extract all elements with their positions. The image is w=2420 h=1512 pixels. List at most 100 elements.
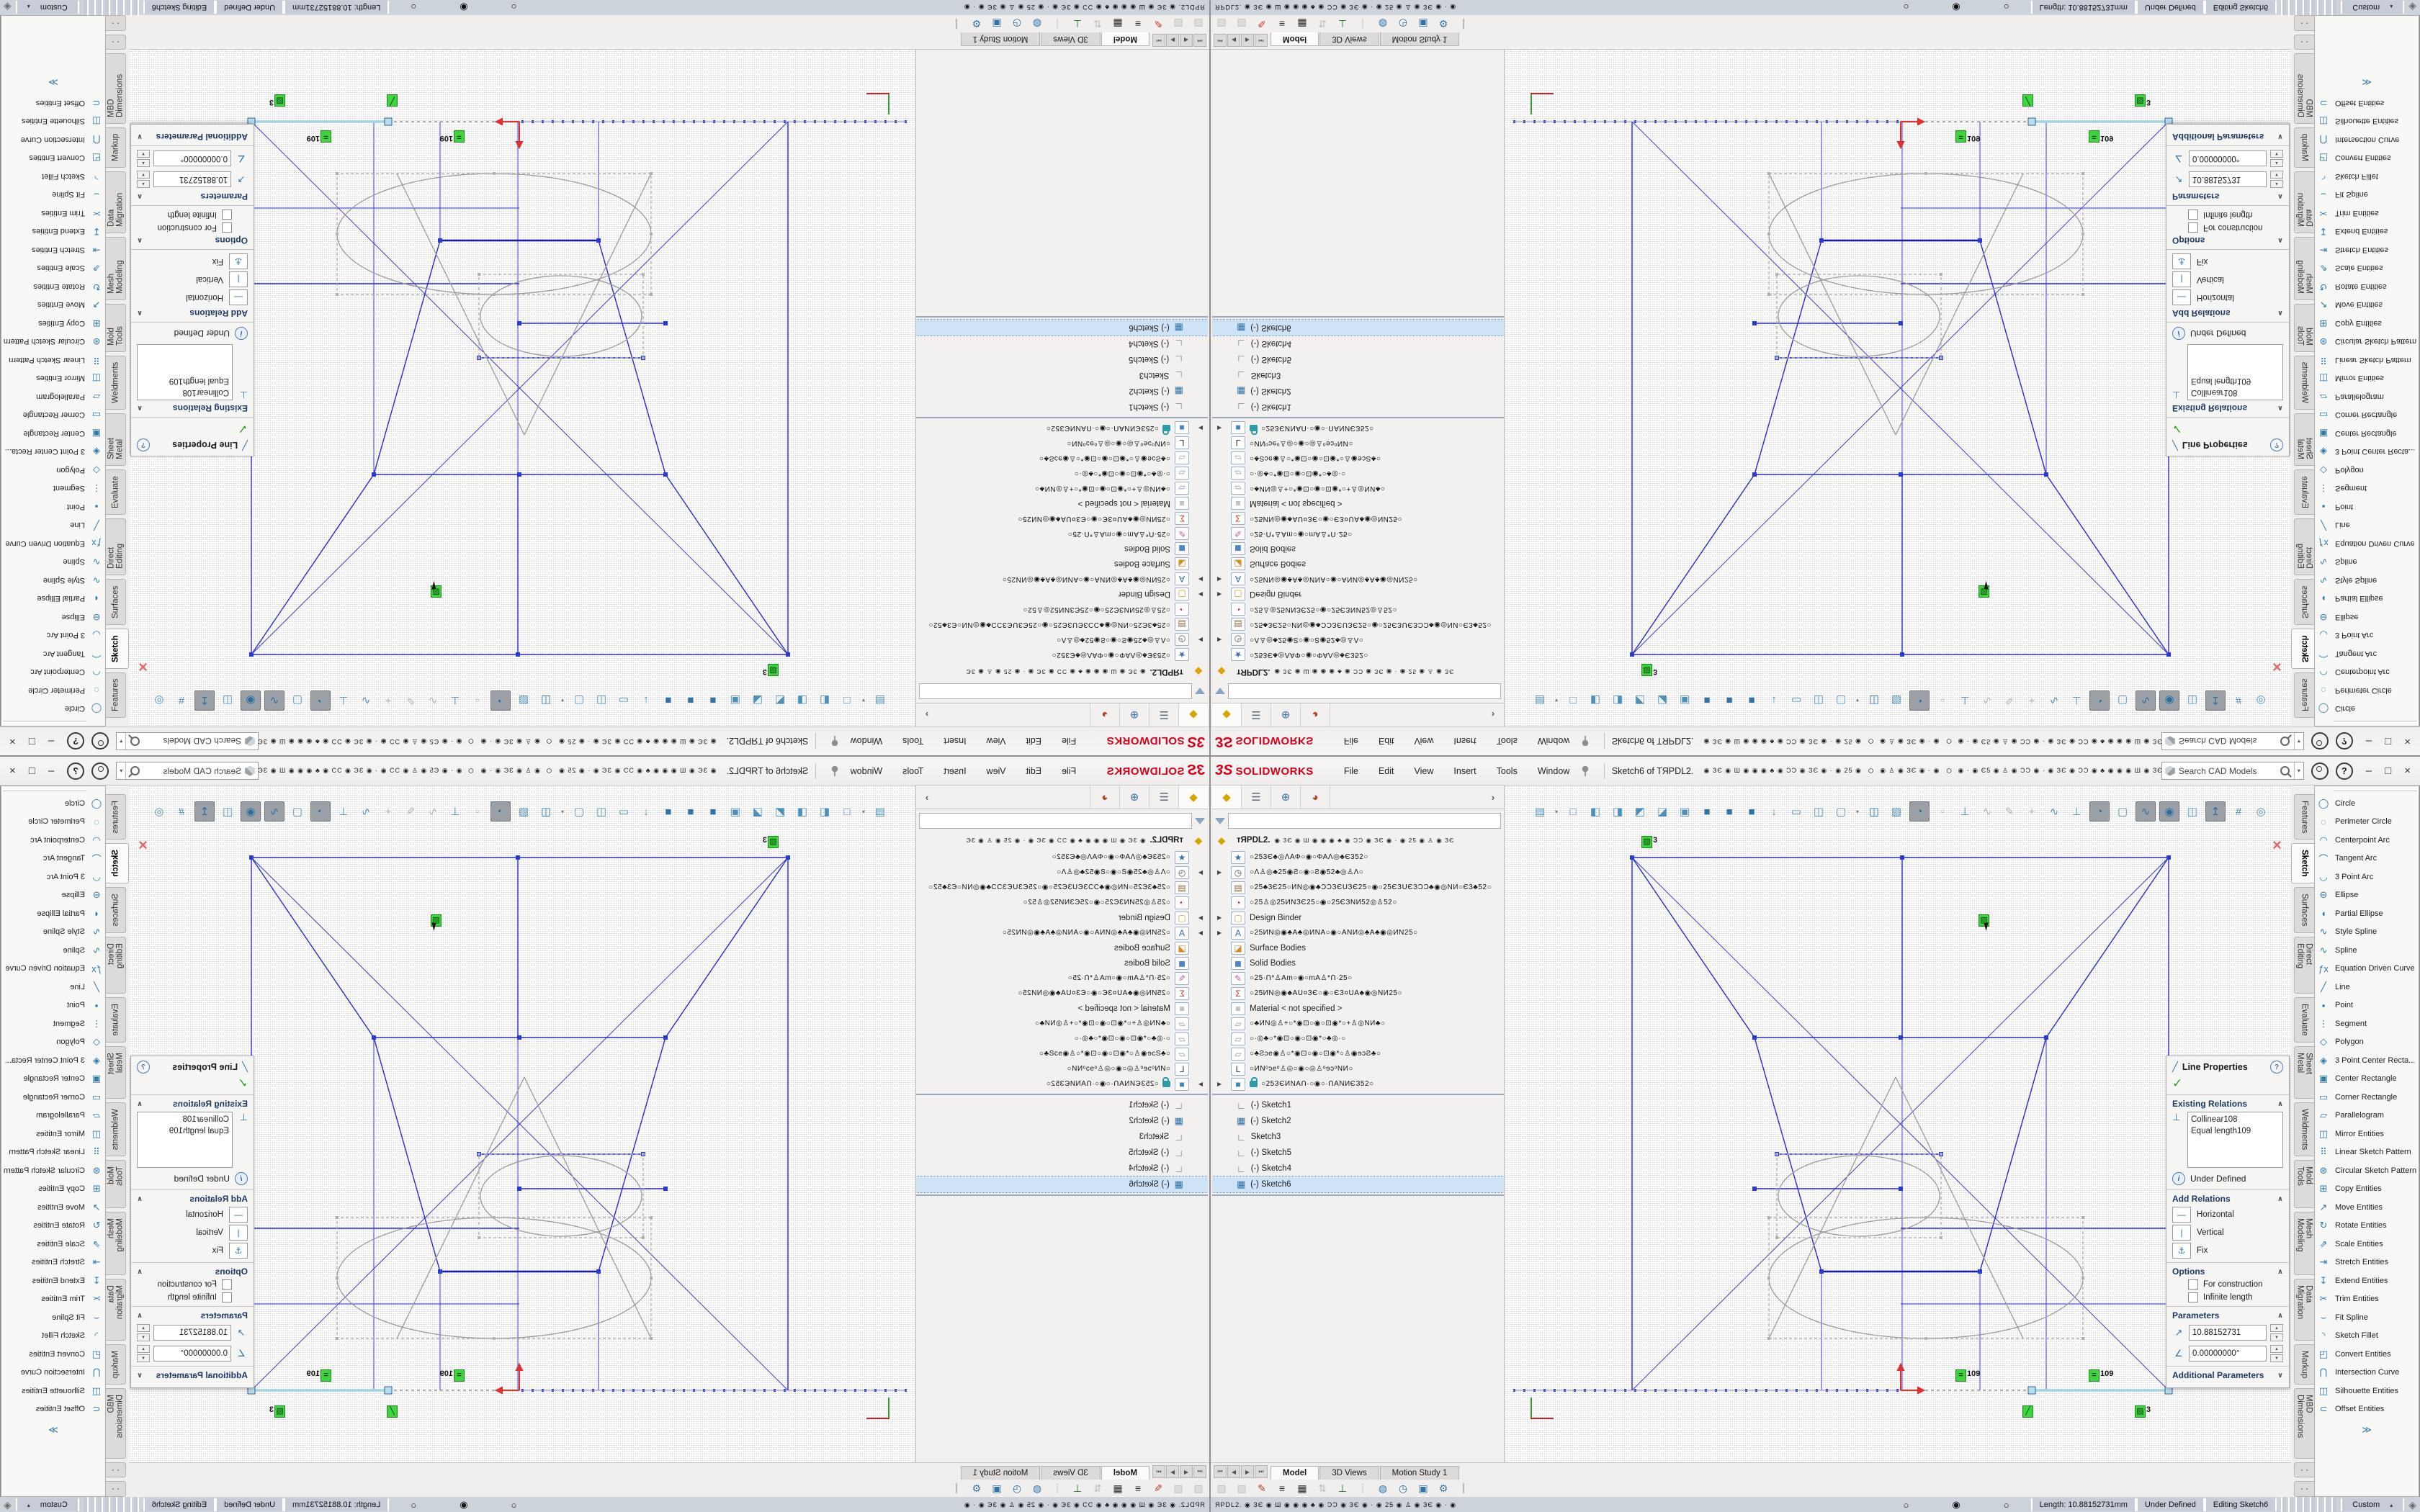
- add-relation-row[interactable]: — Horizontal: [2172, 289, 2283, 305]
- circle-icon[interactable]: ○: [1868, 765, 1874, 777]
- help-icon[interactable]: ?: [2336, 733, 2353, 750]
- sketch-row[interactable]: ▦ (-) Sketch2: [1212, 1113, 1504, 1129]
- bottom-toolbar-icon[interactable]: ⚙: [1435, 1481, 1451, 1495]
- cancel-x-icon[interactable]: ×: [2272, 836, 2282, 855]
- sketch-tool-item[interactable]: ↧ Extend Entities: [2315, 222, 2419, 241]
- tree-row[interactable]: ▶ ◼ Solid Bodies: [916, 541, 1206, 557]
- sketch-tool-item[interactable]: ◖ Partial Ellipse: [2315, 590, 2419, 608]
- sketch-tool-item[interactable]: ∿ Spline: [1, 941, 105, 960]
- sketch-tool-item[interactable]: ╱ Line: [1, 978, 105, 996]
- view-toolbar-icon[interactable]: ◎: [150, 691, 169, 710]
- tree-row[interactable]: ▶ ■ ○25ЗЄИNΑՈ·○◉○·ՈΑNИЄЗ52○: [916, 1076, 1206, 1092]
- relation-type-icon[interactable]: ⚓: [229, 253, 248, 269]
- sketch-tool-item[interactable]: ◈ 3 Point Center Recta...: [1, 443, 105, 462]
- menu-item[interactable]: View: [1413, 735, 1435, 748]
- command-manager-tab[interactable]: Mesh Modeling: [106, 1212, 126, 1275]
- command-manager-tab[interactable]: Data Migration: [2294, 1279, 2314, 1340]
- window-control-button[interactable]: ×: [9, 735, 16, 747]
- section-parameters[interactable]: Parameters ∧: [137, 192, 248, 202]
- view-toolbar-icon[interactable]: ↓: [1765, 802, 1783, 821]
- bottom-toolbar-icon[interactable]: ◷: [1395, 17, 1411, 31]
- sketch-tool-item[interactable]: ⋮ Segment: [2315, 1014, 2419, 1033]
- tree-row[interactable]: ▶ ◷ ○Λ♙◎♣25◉Ƨ○◉○Ƨ◉52♣◎♙Λ○: [916, 865, 1206, 880]
- add-relation-row[interactable]: ⚓ Fix: [137, 253, 248, 269]
- bottom-toolbar-icon[interactable]: ◷: [1009, 1481, 1025, 1495]
- tree-filter-input[interactable]: [1228, 813, 1501, 829]
- bottom-toolbar-icon[interactable]: ⊥: [1070, 1481, 1085, 1495]
- tree-splitter[interactable]: [1212, 417, 1504, 418]
- more-tools-chevron[interactable]: ≫: [1, 76, 105, 88]
- view-toolbar-icon[interactable]: ↓: [637, 802, 655, 821]
- view-toolbar-icon[interactable]: ▤: [1531, 802, 1549, 821]
- sketch-tool-item[interactable]: ◠ Centerpoint Arc: [2315, 663, 2419, 682]
- sketch-tool-item[interactable]: ∿ Style Spline: [1, 923, 105, 942]
- search-icon[interactable]: [2280, 766, 2290, 775]
- menu-item[interactable]: Edit: [1024, 735, 1043, 748]
- view-toolbar-icon[interactable]: ◫: [1865, 802, 1883, 821]
- sketch-tool-item[interactable]: ↻ Rotate Entities: [1, 1217, 105, 1236]
- command-manager-tab[interactable]: ⁚: [2294, 15, 2314, 31]
- document-tab[interactable]: Motion Study 1: [961, 32, 1041, 46]
- sketch-tool-item[interactable]: ⌣ Fit Spline: [2315, 1308, 2419, 1327]
- expander-icon[interactable]: ▶: [1198, 914, 1203, 921]
- view-toolbar-icon[interactable]: ◫: [1809, 802, 1828, 821]
- relation-type-icon[interactable]: ⚓: [2172, 253, 2191, 269]
- view-toolbar-icon[interactable]: ▨: [1887, 802, 1906, 821]
- tree-row[interactable]: ▶ ▱ ○♣ИN◎♙+○*◉⊡○◉○⊡◉*○+♙◎NИ♣○: [916, 1016, 1206, 1031]
- view-toolbar-icon[interactable]: ∿: [424, 802, 442, 821]
- sketch-tool-item[interactable]: ⊖ Ellipse: [2315, 886, 2419, 905]
- relation-badge[interactable]: ╱: [386, 1405, 398, 1418]
- command-manager-tab[interactable]: Features: [2294, 672, 2314, 718]
- sketch-row[interactable]: ∟ (-) Sketch4: [916, 1161, 1208, 1176]
- expander-icon[interactable]: ▶: [1217, 591, 1222, 598]
- sketch-row[interactable]: ∟ Sketch3: [916, 1129, 1208, 1145]
- tab-nav-button[interactable]: ⏭: [1152, 34, 1165, 47]
- status-custom-dropdown[interactable]: Custom ▴: [2341, 1498, 2404, 1511]
- filter-funnel-icon[interactable]: [1215, 688, 1225, 695]
- sketch-tool-item[interactable]: ⊛ Circular Sketch Pattern: [2315, 333, 2419, 351]
- expander-icon[interactable]: ▶: [1217, 869, 1222, 876]
- status-custom-dropdown[interactable]: Custom ▴: [16, 1, 79, 14]
- relation-type-icon[interactable]: ⚓: [229, 1243, 248, 1259]
- quick-access-garbled-icons[interactable]: ◉ ЗЄ ◉ Ш ◉ ◉ ◉ ♣ ◉ ƆƆ ◉ ЗЄ ◉ · ◉ 25 ◉: [558, 737, 717, 745]
- view-toolbar-icon[interactable]: ∿: [1978, 802, 1996, 821]
- view-toolbar-icon[interactable]: ◩: [771, 691, 789, 710]
- cancel-x-icon[interactable]: ×: [2272, 657, 2282, 676]
- tree-row[interactable]: ▶ ◪ Surface Bodies: [916, 940, 1206, 955]
- tree-splitter[interactable]: [1212, 1194, 1504, 1196]
- chevron-up-icon[interactable]: ∧: [2277, 405, 2283, 413]
- sketch-tool-item[interactable]: ∿ Spline: [2315, 553, 2419, 572]
- section-parameters[interactable]: Parameters ∧: [137, 1310, 248, 1320]
- tab-propertymanager[interactable]: ☰: [1242, 786, 1271, 809]
- document-tab[interactable]: Motion Study 1: [1380, 1466, 1460, 1480]
- command-manager-tab[interactable]: Features: [2294, 794, 2314, 840]
- view-toolbar-icon[interactable]: ■: [659, 691, 678, 710]
- view-toolbar-icon[interactable]: ◉: [241, 690, 261, 711]
- bottom-toolbar-icon[interactable]: ⚙: [1435, 17, 1451, 31]
- graphics-area[interactable]: ▤▾□◧◨◩◪▣■■■↓▭◫▢▾◫▨◔▫⊥∿✎+∿⊥◔▢∿◉◫↥#◎ ▨ 3 ▨…: [129, 50, 915, 726]
- command-manager-tab[interactable]: ⁚: [2294, 1481, 2314, 1497]
- sketch-row[interactable]: ∟ (-) Sketch1: [916, 399, 1208, 415]
- view-toolbar-icon[interactable]: ■: [1720, 691, 1739, 710]
- view-toolbar-icon[interactable]: ◎: [150, 802, 169, 821]
- bottom-toolbar-icon[interactable]: ◍: [1029, 1481, 1045, 1495]
- view-toolbar-icon[interactable]: ◨: [793, 691, 812, 710]
- add-relation-row[interactable]: — Horizontal: [2172, 1207, 2283, 1223]
- relation-badge[interactable]: = 109: [307, 130, 331, 143]
- view-toolbar-icon[interactable]: □: [1564, 802, 1582, 821]
- tree-row[interactable]: ▶ Σ ○25ИN◎◉♣ΑՍ¤ЗЄ○◉○ЄЗ¤ՍΑ♣◉◎NИ25○: [916, 986, 1206, 1001]
- sketch-tool-item[interactable]: ◯ Circle: [1, 700, 105, 719]
- command-manager-tab[interactable]: Weldments: [2294, 1102, 2314, 1156]
- view-toolbar-icon[interactable]: ▢: [570, 691, 588, 710]
- sketch-tool-item[interactable]: ◫ Silhouette Entities: [2315, 112, 2419, 131]
- sketch-tool-item[interactable]: ⋂ Intersection Curve: [1, 130, 105, 149]
- command-manager-tab[interactable]: MBD Dimensions: [2294, 53, 2314, 124]
- option-row[interactable]: For construction: [2188, 222, 2283, 233]
- command-manager-tab[interactable]: Surfaces: [2294, 580, 2314, 625]
- chevron-down-icon[interactable]: ∨: [137, 1372, 143, 1380]
- document-tab[interactable]: 3D Views: [1041, 1466, 1100, 1480]
- sketch-tool-item[interactable]: ◠ Centerpoint Arc: [2315, 831, 2419, 850]
- bottom-toolbar-icon[interactable]: ┊: [1049, 1481, 1065, 1495]
- sketch-tool-item[interactable]: ↗ Move Entities: [2315, 1198, 2419, 1217]
- window-control-button[interactable]: –: [2366, 765, 2372, 777]
